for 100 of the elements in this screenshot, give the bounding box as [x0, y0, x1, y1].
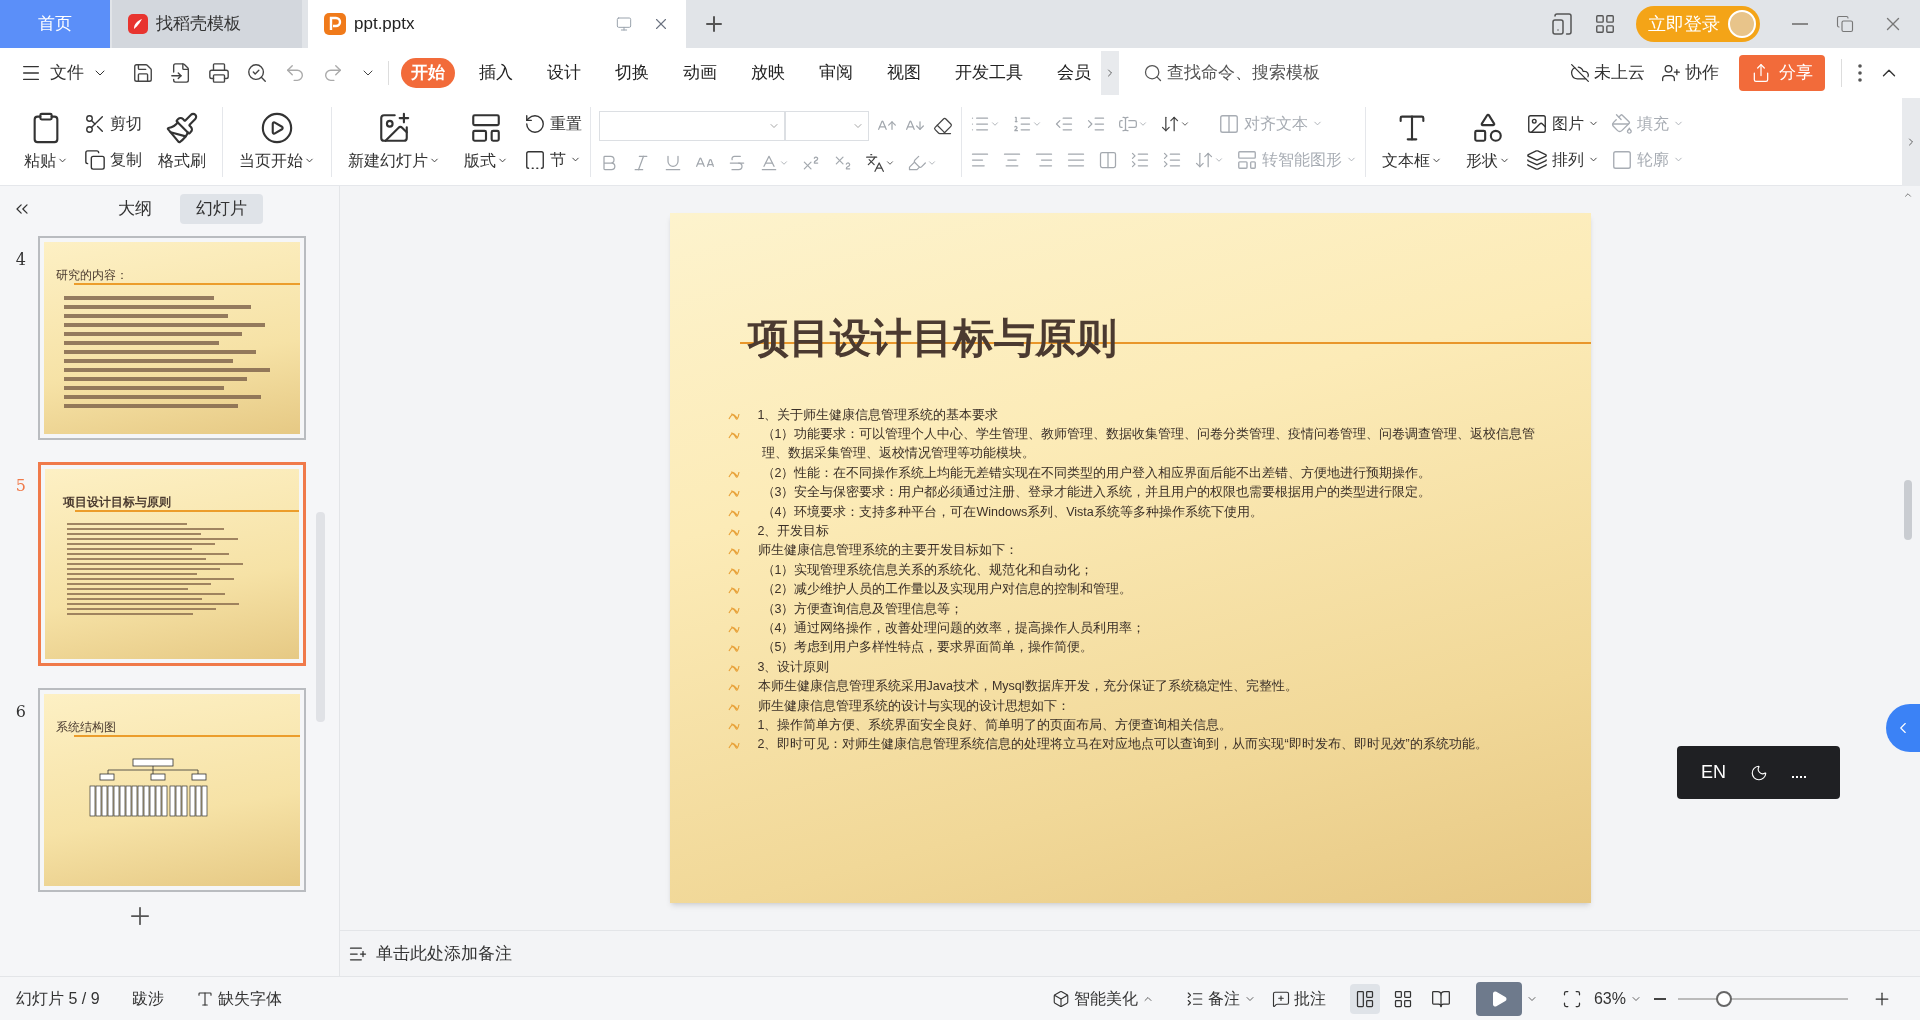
search-icon: [1143, 63, 1163, 83]
missing-font-button[interactable]: 缺失字体: [195, 986, 282, 1011]
font-size-field[interactable]: [785, 110, 869, 141]
cloud-status-button[interactable]: 未上云: [1570, 60, 1645, 86]
ribbon-tab[interactable]: 设计: [537, 58, 591, 88]
slide-thumbnail[interactable]: 研究的内容：: [38, 236, 306, 440]
play-from-current-button[interactable]: 当页开始: [231, 110, 323, 173]
arrange-icon: [1526, 148, 1548, 171]
slide-paragraph: 1、操作简单方便、系统界面安全良好、简单明了的页面布局、方便查询相关信息。: [757, 717, 1234, 734]
picture-button[interactable]: 图片: [1526, 111, 1599, 136]
play-button[interactable]: [1475, 981, 1522, 1016]
slide-thumbnail[interactable]: 系统结构图: [38, 688, 306, 892]
slide-number: 4: [14, 249, 26, 271]
cloud-icon: [1570, 63, 1590, 83]
text-box-button[interactable]: 文本框: [1374, 110, 1450, 173]
panel-tab[interactable]: 幻灯片: [180, 194, 263, 224]
zoom-out-icon[interactable]: [1654, 997, 1666, 1000]
more-icon[interactable]: [1858, 64, 1862, 82]
font-name-field[interactable]: [599, 110, 785, 141]
cut-button[interactable]: 剪切: [84, 111, 142, 136]
notes-button[interactable]: 备注: [1185, 986, 1256, 1011]
share-icon: [1751, 63, 1771, 83]
shape-button[interactable]: 形状: [1458, 110, 1518, 173]
clear-format-icon: [933, 115, 953, 136]
paste-button[interactable]: 粘贴: [16, 110, 76, 173]
restore-icon: [1836, 15, 1854, 33]
export-icon: [170, 62, 192, 84]
slider-thumb[interactable]: [1715, 990, 1732, 1007]
clear-format-button[interactable]: [933, 115, 953, 136]
phonetic-button[interactable]: [865, 152, 895, 173]
zoom-slider[interactable]: [1678, 990, 1848, 1007]
align-text-icon: [1218, 112, 1240, 135]
slide-paragraph: （3）安全与保密要求：用户都必须通过注册、登录才能进入系统，并且用户的权限也需要根据用户的类型进行限定。: [760, 484, 1433, 502]
bullet-icon: [727, 643, 740, 654]
moon-icon: [1750, 763, 1768, 782]
ribbon-tab[interactable]: 放映: [741, 58, 795, 88]
view-mode-button[interactable]: [1349, 983, 1380, 1014]
document-tab[interactable]: ppt.pptx: [308, 0, 686, 48]
save-icon: [132, 62, 154, 84]
zoom-percent: 63%: [1593, 988, 1626, 1009]
apps-icon: [1594, 13, 1616, 35]
thumbnail-title: 研究的内容：: [56, 267, 128, 284]
ime-indicator[interactable]: EN: [1677, 746, 1840, 799]
collaborate-button[interactable]: 协作: [1661, 60, 1719, 86]
ribbon-tab[interactable]: 开发工具: [945, 58, 1033, 88]
comment-icon: [1271, 989, 1290, 1008]
beautify-button[interactable]: 智能美化: [1051, 986, 1154, 1011]
theme-name: 跋涉: [131, 988, 164, 1009]
slide-paragraph: 师生健康信息管理系统的主要开发目标如下：: [757, 542, 1019, 560]
distribute-button[interactable]: [1098, 149, 1118, 170]
bullet-icon: [727, 410, 740, 421]
comments-button[interactable]: 批注: [1271, 986, 1326, 1011]
slide-paragraph: 师生健康信息管理系统的设计与实现的设计思想如下：: [757, 697, 1071, 715]
notes-field[interactable]: 单击此处添加备注: [376, 940, 676, 967]
font-icon: [195, 989, 214, 1008]
ribbon-tab[interactable]: 会员: [1047, 58, 1101, 88]
thumbnail-title: 项目设计目标与原则: [63, 494, 171, 511]
copy-icon: [84, 148, 106, 171]
ribbon-tab[interactable]: 视图: [877, 58, 931, 88]
ribbon-tab[interactable]: 审阅: [809, 58, 863, 88]
file-menu[interactable]: 文件: [20, 60, 108, 86]
slide-paragraph: 2、即时可见：对师生健康信息管理系统信息的处理将立马在对应地点可以查询到，从而实现“即时发布、即时见效”的系统功能。: [757, 736, 1489, 754]
format-painter-button[interactable]: 格式刷: [150, 110, 214, 173]
bullet-icon: [727, 682, 740, 693]
thumbnail-title: 系统结构图: [56, 719, 116, 736]
slide-thumbnail[interactable]: 项目设计目标与原则: [38, 462, 306, 666]
scrollbar-thumb[interactable]: [1904, 480, 1912, 540]
copy-button[interactable]: 复制: [84, 147, 142, 172]
search-field[interactable]: 查找命令、搜索模板: [1143, 60, 1403, 86]
fit-window-icon: [1561, 988, 1582, 1009]
arrange-button[interactable]: 排列: [1526, 147, 1599, 172]
bullet-icon: [727, 585, 740, 596]
section-button[interactable]: 节: [524, 147, 582, 172]
bullet-icon: [727, 604, 740, 615]
bullet-icon: [727, 507, 740, 518]
slide-number: 6: [14, 701, 26, 723]
picture-icon: [1526, 112, 1548, 135]
section-icon: [524, 148, 546, 171]
new-slide-button[interactable]: 新建幻灯片: [340, 110, 448, 173]
reset-icon: [524, 112, 546, 135]
notes-icon: [1185, 989, 1204, 1008]
smart-art-icon: [1236, 148, 1258, 171]
slide-paragraph: （3）方便查询信息及管理信息等；: [760, 600, 965, 618]
ribbon-tab[interactable]: 插入: [469, 58, 523, 88]
bullet-icon: [727, 546, 740, 557]
leaf-logo-icon: [128, 14, 148, 34]
reset-button[interactable]: 重置: [524, 111, 582, 136]
template-tab[interactable]: 找稻壳模板: [112, 0, 302, 48]
ribbon-tab[interactable]: 切换: [605, 58, 659, 88]
side-toggle-button[interactable]: [1886, 704, 1920, 752]
ribbon-tab[interactable]: 动画: [673, 58, 727, 88]
slide-number: 5: [14, 475, 26, 497]
panel-tab[interactable]: 大纲: [102, 194, 168, 224]
fill-icon: [1611, 112, 1633, 135]
device-icon: [1550, 12, 1574, 36]
slide-paragraph: （1）功能要求：可以管理个人中心、学生管理、教师管理、数据收集管理、问卷分类管理、疫情问卷管理、问卷调查管理、返校信息管理、数据采集管理、返校情况管理等功能模块。: [760, 425, 1537, 463]
slide-paragraph: （4）环境要求：支持多种平台，可在Windows系列、Vista系统等多种操作系统下使用。: [760, 503, 1264, 521]
bullet-icon: [727, 488, 740, 499]
bullet-icon: [727, 662, 740, 673]
layout-button[interactable]: 版式: [456, 110, 516, 173]
